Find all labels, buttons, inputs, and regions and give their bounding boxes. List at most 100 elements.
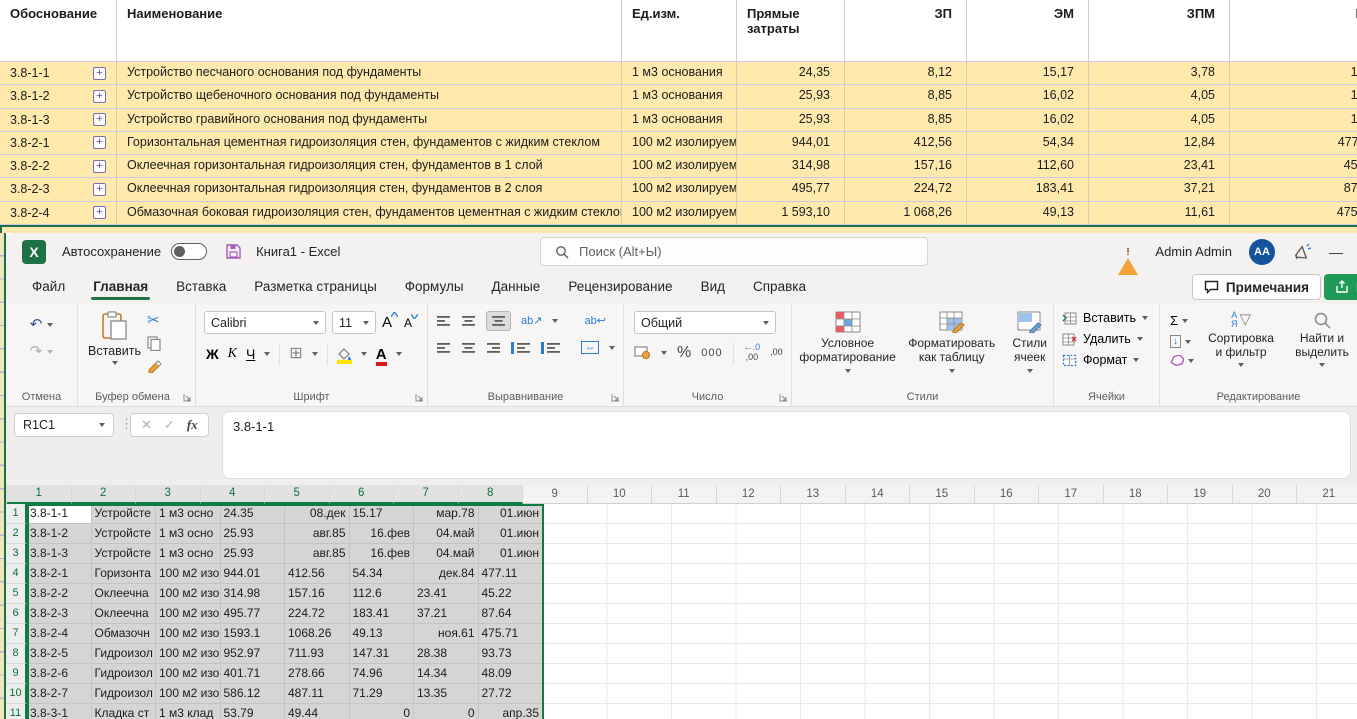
col-header-5[interactable]: 5 [265, 485, 330, 504]
cell-r5c6[interactable]: 112.6 [350, 584, 415, 604]
undo-button[interactable]: ↶ [30, 317, 54, 332]
cell-r4c2[interactable]: Горизонта [92, 564, 157, 584]
cell-r7c6[interactable]: 49.13 [350, 624, 415, 644]
expand-icon[interactable]: + [93, 160, 106, 173]
bold-button[interactable]: Ж [206, 346, 219, 362]
cell-r4c3[interactable]: 100 м2 изо [156, 564, 221, 584]
cell-r8c1[interactable]: 3.8-2-5 [27, 644, 92, 664]
row-header-1[interactable]: 1 [6, 504, 27, 524]
tab-Формулы[interactable]: Формулы [405, 273, 464, 300]
empty-cells-region[interactable] [543, 544, 1357, 564]
align-bottom-button[interactable] [486, 311, 511, 331]
cell-r7c7[interactable]: ноя.61 [414, 624, 479, 644]
tab-Рецензирование[interactable]: Рецензирование [568, 273, 672, 300]
row-header-7[interactable]: 7 [6, 624, 27, 644]
align-top-button[interactable] [436, 315, 451, 327]
cell-r8c4[interactable]: 952.97 [221, 644, 286, 664]
empty-cells-region[interactable] [543, 564, 1357, 584]
cell-r10c8[interactable]: 27.72 [479, 684, 544, 704]
decrease-indent-button[interactable] [511, 342, 531, 354]
expand-icon[interactable]: + [93, 113, 106, 126]
empty-cells-region[interactable] [543, 664, 1357, 684]
cell-r5c4[interactable]: 314.98 [221, 584, 286, 604]
search-box[interactable]: Поиск (Alt+Ы) [540, 237, 928, 266]
cell-r10c3[interactable]: 100 м2 изо [156, 684, 221, 704]
cell-r8c7[interactable]: 28.38 [414, 644, 479, 664]
cell-r6c3[interactable]: 100 м2 изо [156, 604, 221, 624]
cell-r9c2[interactable]: Гидроизол [92, 664, 157, 684]
col-header-14[interactable]: 14 [846, 485, 911, 504]
insert-cells-button[interactable]: Вставить [1062, 311, 1159, 325]
formula-input[interactable]: 3.8-1-1 [222, 411, 1351, 479]
font-color-button[interactable]: А [376, 346, 387, 363]
number-format-select[interactable]: Общий [634, 311, 776, 334]
cell-r10c5[interactable]: 487.11 [285, 684, 350, 704]
col-header-11[interactable]: 11 [652, 485, 717, 504]
empty-cells-region[interactable] [543, 504, 1357, 524]
dialog-launcher-alignment[interactable] [611, 393, 620, 402]
empty-cells-region[interactable] [543, 624, 1357, 644]
row-header-5[interactable]: 5 [6, 584, 27, 604]
increase-indent-button[interactable] [541, 342, 561, 354]
cell-r7c8[interactable]: 475.71 [479, 624, 544, 644]
tab-Вставка[interactable]: Вставка [176, 273, 226, 300]
cell-r1c6[interactable]: 15.17 [350, 504, 415, 524]
avatar[interactable]: AA [1249, 239, 1275, 265]
cell-r3c7[interactable]: 04.май [414, 544, 479, 564]
cell-r9c6[interactable]: 74.96 [350, 664, 415, 684]
format-painter-icon[interactable] [147, 359, 162, 373]
cell-r6c2[interactable]: Оклеечна [92, 604, 157, 624]
col-header-1[interactable]: 1 [7, 485, 72, 504]
cell-r1c5[interactable]: 08.дек [285, 504, 350, 524]
delete-cells-button[interactable]: Удалить [1062, 332, 1159, 346]
col-header-3[interactable]: 3 [136, 485, 201, 504]
cell-r2c4[interactable]: 25.93 [221, 524, 286, 544]
cell-r6c4[interactable]: 495.77 [221, 604, 286, 624]
col-header-7[interactable]: 7 [394, 485, 459, 504]
col-header-9[interactable]: 9 [523, 485, 588, 504]
cell-r7c1[interactable]: 3.8-2-4 [27, 624, 92, 644]
cell-r2c8[interactable]: 01.июн [479, 524, 544, 544]
cell-r7c2[interactable]: Обмазочн [92, 624, 157, 644]
col-header-15[interactable]: 15 [910, 485, 975, 504]
cell-r2c6[interactable]: 16.фев [350, 524, 415, 544]
fill-color-button[interactable] [337, 348, 352, 361]
cell-r3c1[interactable]: 3.8-1-3 [27, 544, 92, 564]
cell-r5c2[interactable]: Оклеечна [92, 584, 157, 604]
row-name[interactable]: Оклеечная горизонтальная гидроизоляция с… [117, 178, 622, 201]
cell-r11c2[interactable]: Кладка ст [92, 704, 157, 719]
cell-r11c6[interactable]: 0 [350, 704, 415, 719]
col-header-19[interactable]: 19 [1168, 485, 1233, 504]
autosum-button[interactable]: Σ [1170, 313, 1194, 328]
cell-r6c5[interactable]: 224.72 [285, 604, 350, 624]
tab-Вид[interactable]: Вид [701, 273, 725, 300]
copy-icon[interactable] [147, 336, 161, 351]
select-all-corner[interactable] [6, 485, 7, 504]
enter-icon[interactable]: ✓ [164, 417, 175, 433]
cell-r3c8[interactable]: 01.июн [479, 544, 544, 564]
cell-r11c7[interactable]: 0 [414, 704, 479, 719]
row-header-6[interactable]: 6 [6, 604, 27, 624]
expand-icon[interactable]: + [93, 183, 106, 196]
accounting-format-icon[interactable] [634, 346, 651, 360]
cell-r1c8[interactable]: 01.июн [479, 504, 544, 524]
cell-r4c7[interactable]: дек.84 [414, 564, 479, 584]
cell-r7c3[interactable]: 100 м2 изо [156, 624, 221, 644]
merge-center-button[interactable]: ↔ [581, 341, 599, 354]
cell-r3c5[interactable]: авг.85 [285, 544, 350, 564]
autosave-toggle[interactable] [171, 243, 207, 260]
align-middle-button[interactable] [461, 315, 476, 327]
cell-r2c1[interactable]: 3.8-1-2 [27, 524, 92, 544]
cell-r11c4[interactable]: 53.79 [221, 704, 286, 719]
cell-r9c1[interactable]: 3.8-2-6 [27, 664, 92, 684]
tab-Справка[interactable]: Справка [753, 273, 806, 300]
cell-r1c3[interactable]: 1 м3 осно [156, 504, 221, 524]
align-left-button[interactable] [436, 342, 451, 354]
row-header-4[interactable]: 4 [6, 564, 27, 584]
cell-r10c6[interactable]: 71.29 [350, 684, 415, 704]
comments-button[interactable]: Примечания [1192, 274, 1321, 300]
decrease-decimal-button[interactable]: ,00 [770, 348, 783, 358]
cell-r1c1[interactable]: 3.8-1-1 [27, 504, 92, 524]
format-as-table-button[interactable]: Форматировать как таблицу [901, 311, 1002, 373]
dialog-launcher-font[interactable] [415, 393, 424, 402]
